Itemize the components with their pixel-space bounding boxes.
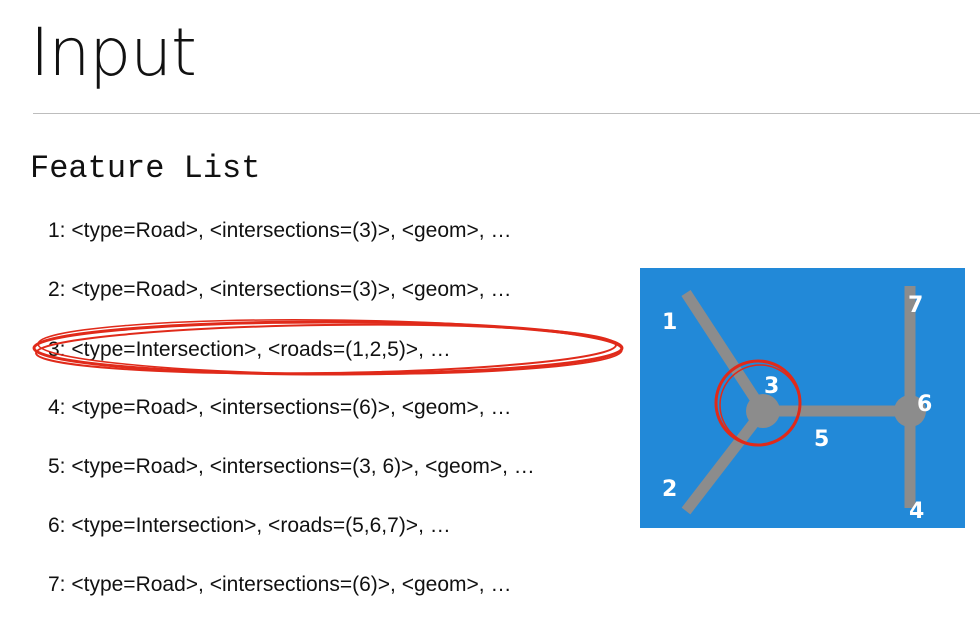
feature-list-item-6: 6: <type=Intersection>, <roads=(5,6,7)>,…: [48, 514, 451, 537]
map-label-7: 7: [908, 293, 923, 318]
feature-list-item-5: 5: <type=Road>, <intersections=(3, 6)>, …: [48, 455, 535, 478]
map-label-2: 2: [662, 477, 677, 502]
map-label-5: 5: [814, 427, 829, 452]
section-title: Feature List: [30, 150, 261, 187]
map-label-4: 4: [909, 499, 924, 524]
road-1: [681, 289, 768, 415]
page-title: Input: [30, 14, 197, 91]
feature-list-item-2: 2: <type=Road>, <intersections=(3)>, <ge…: [48, 278, 512, 301]
feature-list-item-1: 1: <type=Road>, <intersections=(3)>, <ge…: [48, 219, 512, 242]
intersection-3-node: [746, 394, 780, 428]
title-divider: [33, 113, 980, 114]
map-label-3: 3: [764, 374, 779, 399]
feature-list-item-3: 3: <type=Intersection>, <roads=(1,2,5)>,…: [48, 338, 451, 361]
feature-list-item-4: 4: <type=Road>, <intersections=(6)>, <ge…: [48, 396, 512, 419]
feature-list-item-7: 7: <type=Road>, <intersections=(6)>, <ge…: [48, 573, 512, 596]
road-network-diagram: 1 2 3 4 5 6 7: [640, 268, 965, 528]
map-label-1: 1: [662, 310, 677, 335]
map-label-6: 6: [917, 392, 932, 417]
